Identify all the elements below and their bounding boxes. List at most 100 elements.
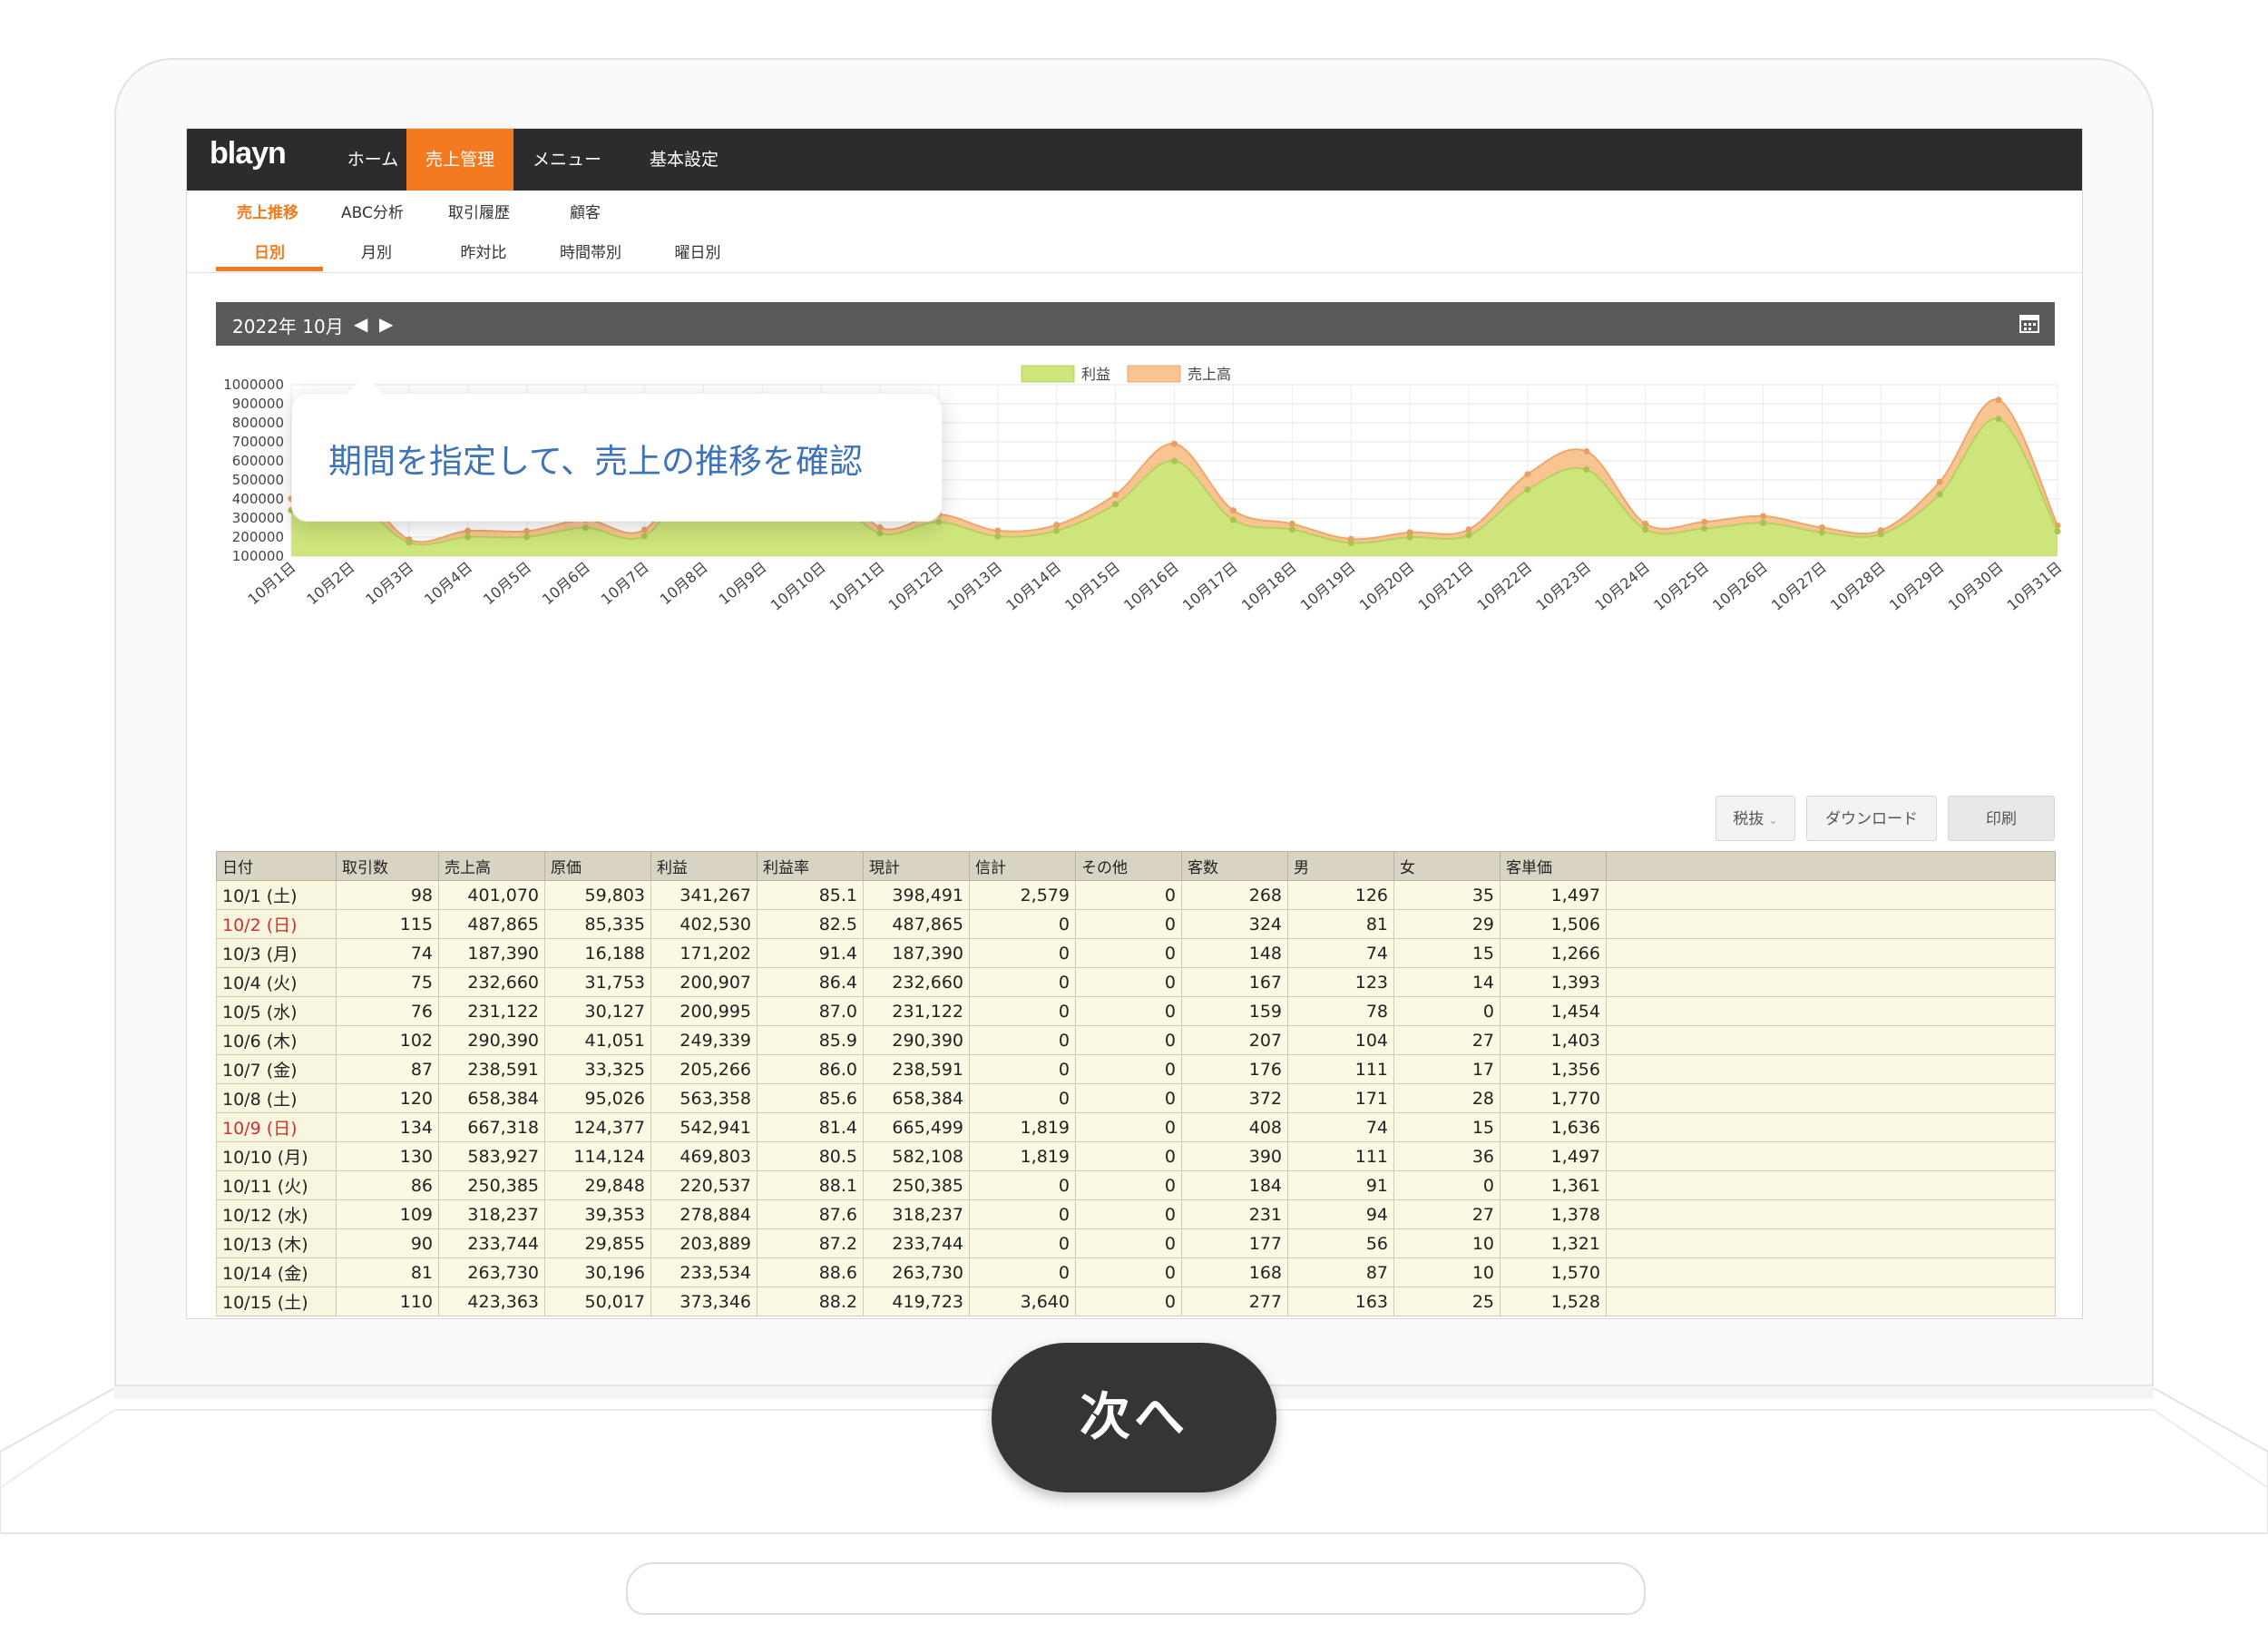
next-button[interactable]: 次へ — [992, 1343, 1276, 1492]
tab-daily[interactable]: 日別 — [216, 240, 323, 262]
table-cell-empty — [1606, 1199, 2056, 1229]
x-tick-label: 10月5日 — [480, 559, 534, 609]
table-cell: 372 — [1181, 1083, 1288, 1113]
table-cell: 15 — [1393, 938, 1501, 968]
subnav-history[interactable]: 取引履歴 — [448, 200, 510, 222]
subnav-abc[interactable]: ABC分析 — [341, 200, 404, 222]
subnav-customers[interactable]: 顧客 — [570, 200, 601, 222]
tab-monthly[interactable]: 月別 — [323, 240, 430, 262]
point-profit — [994, 533, 1002, 540]
table-cell: 184 — [1181, 1170, 1288, 1200]
table-cell: 0 — [1075, 938, 1182, 968]
table-cell: 0 — [1075, 1083, 1182, 1113]
column-header-empty — [1606, 851, 2056, 881]
table-cell: 249,339 — [650, 1025, 758, 1055]
table-cell: 25 — [1393, 1287, 1501, 1316]
table-row: 10/4 (火) 75 232,660 31,753 200,907 86.4 232,66… — [216, 967, 2056, 997]
table-cell: 177 — [1181, 1228, 1288, 1258]
point-profit — [1701, 525, 1708, 533]
table-cell: 102 — [336, 1025, 439, 1055]
table-cell: 0 — [1075, 1170, 1182, 1200]
top-navbar: blayn ホーム 売上管理 メニュー 基本設定 — [187, 129, 2082, 191]
tab-yoy[interactable]: 昨対比 — [430, 240, 537, 262]
subnav-primary: 売上推移 ABC分析 取引履歴 顧客 — [187, 191, 2082, 230]
column-header[interactable]: 男 — [1287, 851, 1394, 881]
column-header[interactable]: 客数 — [1181, 851, 1288, 881]
x-tick-label: 10月11日 — [826, 559, 888, 614]
table-cell-empty — [1606, 967, 2056, 997]
table-cell: 238,591 — [863, 1054, 970, 1084]
column-header[interactable]: 女 — [1393, 851, 1501, 881]
x-tick-label: 10月24日 — [1591, 559, 1653, 614]
table-cell: 390 — [1181, 1141, 1288, 1171]
table-cell: 0 — [969, 938, 1076, 968]
nav-menu[interactable]: メニュー — [513, 129, 621, 191]
app-logo[interactable]: blayn — [210, 136, 287, 171]
x-tick-label: 10月10日 — [767, 559, 829, 614]
tab-weekday[interactable]: 曜日別 — [644, 240, 751, 262]
column-header[interactable]: 原価 — [544, 851, 651, 881]
legend-swatch-profit — [1021, 365, 1075, 383]
x-tick-label: 10月25日 — [1650, 559, 1712, 614]
point-profit — [935, 518, 943, 525]
point-sales — [1112, 491, 1119, 498]
table-cell-empty — [1606, 1054, 2056, 1084]
table-cell: 88.6 — [757, 1257, 864, 1287]
table-row: 10/15 (土) 110 423,363 50,017 373,346 88.2 419,… — [216, 1287, 2056, 1316]
table-cell: 35 — [1393, 880, 1501, 910]
date-cell: 10/7 (金) — [216, 1054, 337, 1084]
print-button[interactable]: 印刷 — [1948, 796, 2055, 841]
subnav-sales-trend[interactable]: 売上推移 — [237, 200, 298, 222]
tooltip-text: 期間を指定して、売上の推移を確認 — [328, 442, 864, 481]
triangle-left-icon[interactable]: ◀ — [354, 313, 367, 335]
point-profit — [406, 539, 413, 546]
legend-swatch-sales — [1127, 365, 1181, 383]
y-tick-label: 400000 — [232, 491, 284, 507]
column-header[interactable]: 利益 — [650, 851, 758, 881]
table-cell: 130 — [336, 1141, 439, 1171]
column-header[interactable]: 売上高 — [438, 851, 545, 881]
table-cell: 0 — [1075, 1141, 1182, 1171]
table-cell: 0 — [1075, 1112, 1182, 1142]
triangle-right-icon[interactable]: ▶ — [379, 313, 393, 335]
column-header[interactable]: 客単価 — [1500, 851, 1607, 881]
table-cell: 94 — [1287, 1199, 1394, 1229]
table-cell: 0 — [969, 1170, 1076, 1200]
table-cell: 98 — [336, 880, 439, 910]
table-cell: 86.4 — [757, 967, 864, 997]
column-header[interactable]: 信計 — [969, 851, 1076, 881]
table-cell: 0 — [1075, 1257, 1182, 1287]
table-cell: 159 — [1181, 996, 1288, 1026]
table-cell: 85.6 — [757, 1083, 864, 1113]
date-cell: 10/2 (日) — [216, 909, 337, 939]
table-cell: 0 — [969, 1199, 1076, 1229]
table-row: 10/12 (水) 109 318,237 39,353 278,884 87.6 318,… — [216, 1199, 2056, 1229]
column-header[interactable]: 取引数 — [336, 851, 439, 881]
column-header[interactable]: 利益率 — [757, 851, 864, 881]
table-cell: 171 — [1287, 1083, 1394, 1113]
table-cell: 87 — [336, 1054, 439, 1084]
point-profit — [1171, 457, 1178, 465]
download-button[interactable]: ダウンロード — [1806, 796, 1937, 841]
tax-select[interactable]: 税抜 ⌄ — [1716, 796, 1795, 841]
nav-sales[interactable]: 売上管理 — [406, 129, 513, 191]
column-header[interactable]: 日付 — [216, 851, 337, 881]
nav-settings[interactable]: 基本設定 — [621, 129, 748, 191]
tab-hourly[interactable]: 時間帯別 — [537, 240, 644, 262]
point-sales — [464, 527, 472, 534]
table-row: 10/6 (木) 102 290,390 41,051 249,339 85.9 290,3… — [216, 1025, 2056, 1055]
table-cell: 1,356 — [1500, 1054, 1607, 1084]
table-cell: 0 — [1075, 996, 1182, 1026]
table-cell: 232,660 — [863, 967, 970, 997]
x-tick-label: 10月30日 — [1945, 559, 2007, 614]
table-cell: 187,390 — [863, 938, 970, 968]
table-cell: 0 — [1075, 1025, 1182, 1055]
table-cell: 2,579 — [969, 880, 1076, 910]
point-profit — [2054, 528, 2061, 535]
table-row: 10/2 (日) 115 487,865 85,335 402,530 82.5 487,8… — [216, 909, 2056, 939]
calendar-icon[interactable] — [2019, 312, 2040, 334]
table-cell: 86 — [336, 1170, 439, 1200]
column-header[interactable]: その他 — [1075, 851, 1182, 881]
column-header[interactable]: 現計 — [863, 851, 970, 881]
table-cell: 87.6 — [757, 1199, 864, 1229]
